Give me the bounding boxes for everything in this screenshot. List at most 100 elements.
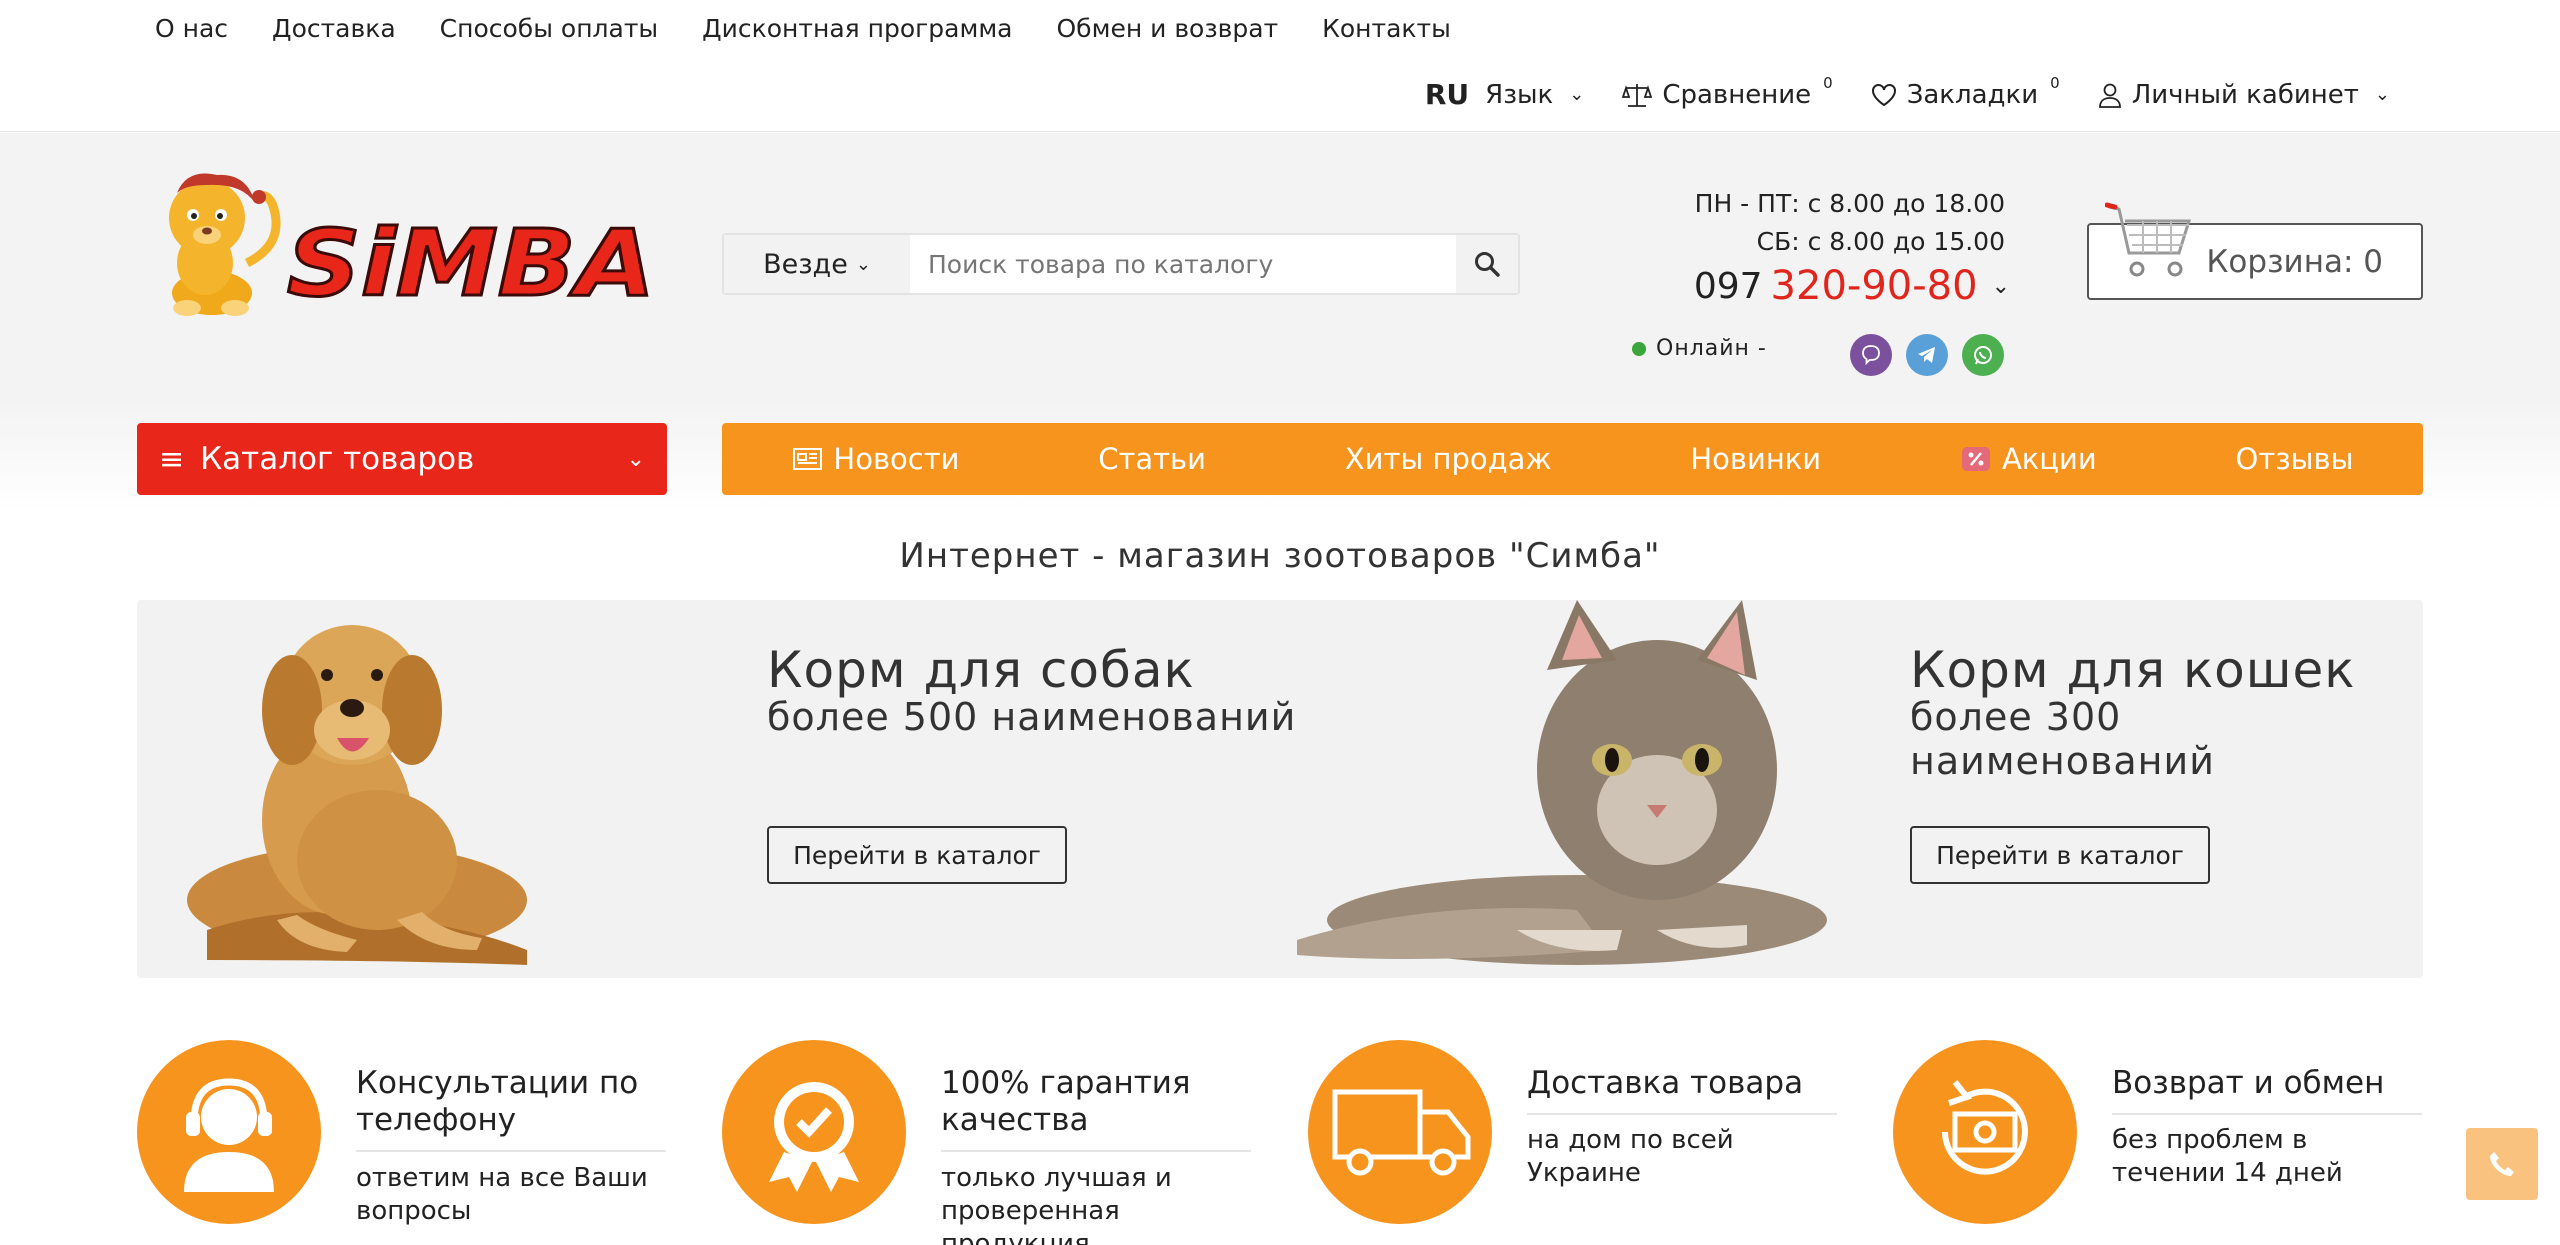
menu-item-new[interactable]: Новинки xyxy=(1690,442,1821,476)
shopping-cart-icon xyxy=(2105,202,2192,277)
discount-tag-icon xyxy=(1961,447,1990,471)
newspaper-icon xyxy=(793,448,823,470)
scales-icon xyxy=(1622,83,1653,107)
feature-title: Доставка товара xyxy=(1527,1065,1804,1101)
chevron-down-icon: ⌄ xyxy=(2374,84,2390,105)
feature-description: без проблем в течении 14 дней xyxy=(2112,1125,2343,1188)
bookmarks-link[interactable]: Закладки 0 xyxy=(1871,74,2060,110)
top-link-discount[interactable]: Дисконтная программа xyxy=(702,14,1012,43)
menu-label-news: Новости xyxy=(833,442,960,476)
feature-divider xyxy=(2112,1113,2422,1115)
logo-text: SiMBA xyxy=(287,210,655,317)
search-scope-dropdown[interactable]: Везде ⌄ xyxy=(724,235,910,293)
search-button[interactable] xyxy=(1456,235,1518,293)
online-status: Онлайн - xyxy=(1632,336,1767,361)
telegram-icon[interactable] xyxy=(1906,334,1948,376)
hours-saturday: СБ: с 8.00 до 15.00 xyxy=(1756,227,2005,256)
feature-title: Консультации по телефону xyxy=(356,1065,639,1138)
phone-icon xyxy=(2490,1152,2514,1176)
simba-logo[interactable]: SiMBA xyxy=(137,163,667,323)
language-label: Язык xyxy=(1485,79,1554,110)
feature-title: 100% гарантия качества xyxy=(941,1065,1191,1138)
top-bar: О нас Доставка Способы оплаты Дисконтная… xyxy=(0,0,2560,132)
top-link-payment[interactable]: Способы оплаты xyxy=(440,14,658,43)
chevron-down-icon: ⌄ xyxy=(1569,84,1585,105)
menu-label-reviews: Отзывы xyxy=(2235,442,2354,476)
user-icon xyxy=(2098,83,2121,108)
heart-icon xyxy=(1871,83,1896,106)
feature-quality: 100% гарантия качества только лучшая и п… xyxy=(722,1040,1252,1245)
cart-label: Корзина: 0 xyxy=(2206,243,2383,280)
language-selector[interactable]: RU Язык ⌄ xyxy=(1425,78,1585,111)
catalog-button[interactable]: ≡ Каталог товаров ⌄ xyxy=(137,423,667,495)
banner-dogs-catalog-button[interactable]: Перейти в каталог xyxy=(767,826,1067,884)
search-icon xyxy=(1475,252,1500,277)
hero-banner: Корм для собак более 500 наименований Пе… xyxy=(137,600,2423,978)
top-link-contacts[interactable]: Контакты xyxy=(1322,14,1451,43)
bookmarks-label: Закладки xyxy=(1906,79,2039,110)
top-links: О нас Доставка Способы оплаты Дисконтная… xyxy=(155,14,1451,43)
feature-title: Возврат и обмен xyxy=(2112,1065,2385,1101)
quality-badge-icon xyxy=(722,1040,906,1224)
hours-weekdays: ПН - ПТ: с 8.00 до 18.00 xyxy=(1694,189,2005,218)
headset-icon xyxy=(137,1040,321,1224)
menu-label-articles: Статьи xyxy=(1098,442,1206,476)
account-menu[interactable]: Личный кабинет ⌄ xyxy=(2098,80,2390,110)
feature-description: только лучшая и проверенная продукция xyxy=(941,1163,1172,1245)
cart-button[interactable]: Корзина: 0 xyxy=(2087,202,2423,300)
banner-dogs-subtitle: более 500 наименований xyxy=(767,695,1297,739)
working-hours: ПН - ПТ: с 8.00 до 18.00 СБ: с 8.00 до 1… xyxy=(1695,185,2005,261)
top-link-returns[interactable]: Обмен и возврат xyxy=(1057,14,1279,43)
callback-button[interactable] xyxy=(2466,1128,2538,1200)
dog-image xyxy=(187,625,527,965)
chevron-down-icon: ⌄ xyxy=(1991,273,2010,299)
feature-divider xyxy=(356,1150,666,1152)
chevron-down-icon: ⌄ xyxy=(626,446,645,472)
banner-cats-catalog-button[interactable]: Перейти в каталог xyxy=(1910,826,2210,884)
bookmarks-count: 0 xyxy=(2050,73,2060,92)
menu-item-articles[interactable]: Статьи xyxy=(1098,442,1206,476)
feature-returns: Возврат и обмен без проблем в течении 14… xyxy=(1893,1040,2423,1245)
menu-label-new: Новинки xyxy=(1690,442,1822,476)
cat-image xyxy=(1297,600,1827,965)
feature-description: на дом по всей Украине xyxy=(1527,1125,1734,1188)
viber-icon[interactable] xyxy=(1850,334,1892,376)
main-menu: Новости Статьи Хиты продаж Новинки Акции… xyxy=(722,423,2423,495)
hamburger-icon: ≡ xyxy=(159,441,185,477)
chevron-down-icon: ⌄ xyxy=(855,253,871,275)
banner-cats-subtitle: более 300 наименований xyxy=(1910,695,2215,783)
compare-count: 0 xyxy=(1823,73,1833,92)
online-dot-icon xyxy=(1632,341,1646,356)
return-exchange-icon xyxy=(1893,1040,2077,1224)
feature-consultation: Консультации по телефону ответим на все … xyxy=(137,1040,667,1245)
menu-item-reviews[interactable]: Отзывы xyxy=(2236,442,2354,476)
delivery-truck-icon xyxy=(1308,1040,1492,1224)
messenger-links xyxy=(1850,334,2004,376)
feature-delivery: Доставка товара на дом по всей Украине xyxy=(1308,1040,1838,1245)
top-right-menu: RU Язык ⌄ Сравнение 0 Закладки 0 Личный ка… xyxy=(1425,74,2390,112)
phone-prefix: 097 xyxy=(1693,265,1763,307)
menu-label-promotions: Акции xyxy=(2001,442,2097,476)
phone-number[interactable]: 320-90-80 xyxy=(1771,263,1978,309)
search-bar: Везде ⌄ xyxy=(722,233,1520,295)
online-label: Онлайн - xyxy=(1656,336,1767,361)
banner-cats-title: Корм для кошек xyxy=(1910,641,2356,699)
whatsapp-icon[interactable] xyxy=(1962,334,2004,376)
feature-divider xyxy=(1527,1113,1837,1115)
compare-label: Сравнение xyxy=(1662,79,1812,110)
top-link-about[interactable]: О нас xyxy=(155,14,228,43)
menu-label-bestsellers: Хиты продаж xyxy=(1344,442,1552,476)
search-scope-label: Везде xyxy=(763,248,848,280)
menu-item-promotions[interactable]: Акции xyxy=(1960,442,2097,476)
account-label: Личный кабинет xyxy=(2131,79,2359,110)
feature-description: ответим на все Ваши вопросы xyxy=(356,1163,648,1226)
banner-dogs-title: Корм для собак xyxy=(767,641,1195,699)
phone-dropdown[interactable]: 097 320-90-80 ⌄ xyxy=(1694,263,2010,309)
menu-item-bestsellers[interactable]: Хиты продаж xyxy=(1345,442,1552,476)
language-code: RU xyxy=(1424,78,1470,111)
search-input[interactable] xyxy=(910,235,1456,293)
feature-divider xyxy=(941,1150,1251,1152)
top-link-delivery[interactable]: Доставка xyxy=(272,14,396,43)
menu-item-news[interactable]: Новости xyxy=(791,442,959,476)
compare-link[interactable]: Сравнение 0 xyxy=(1622,74,1833,110)
